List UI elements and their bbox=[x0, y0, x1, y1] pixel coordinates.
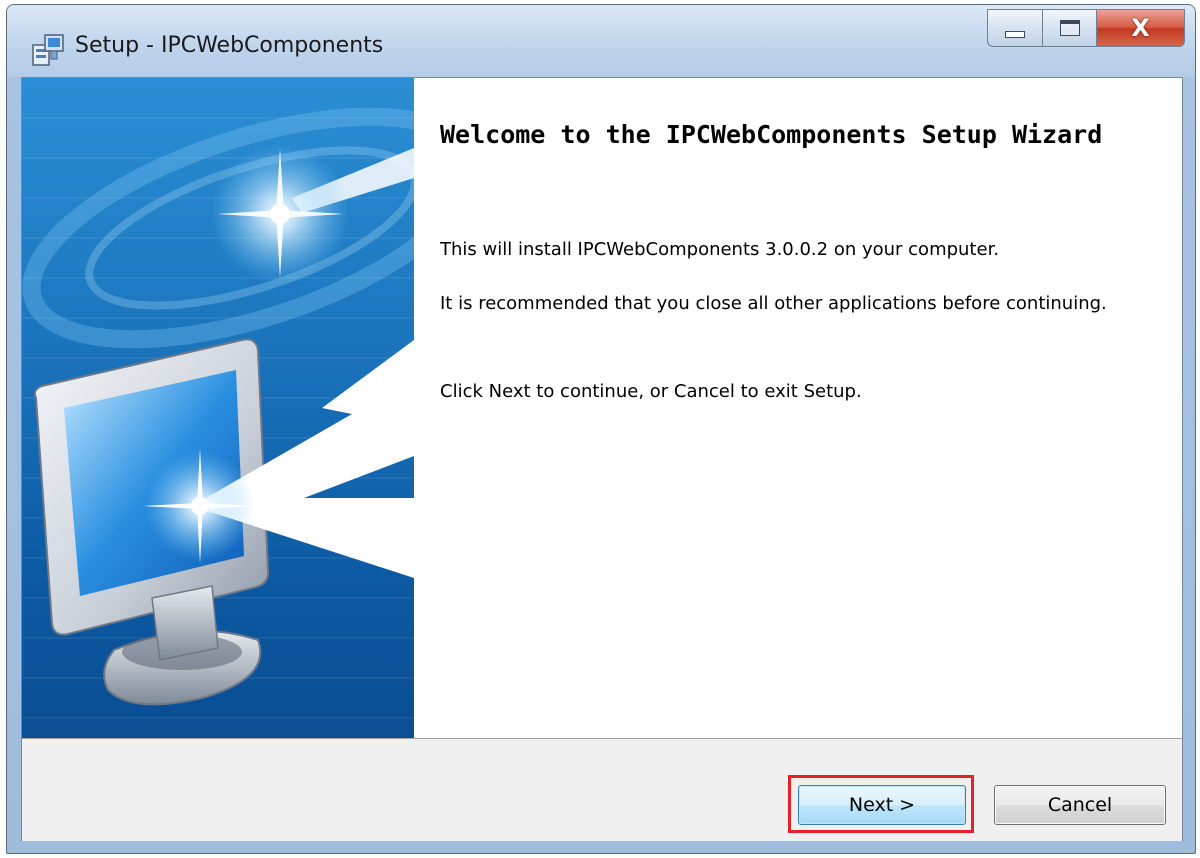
recommendation-text: It is recommended that you close all oth… bbox=[440, 293, 1107, 314]
setup-window: Setup - IPCWebComponents X Welcome to th… bbox=[6, 4, 1196, 854]
close-icon: X bbox=[1131, 14, 1150, 42]
minimize-button[interactable] bbox=[987, 9, 1043, 47]
next-button[interactable]: Next > bbox=[798, 785, 966, 825]
caption-buttons: X bbox=[987, 9, 1185, 47]
monitor-with-arrow-illustration bbox=[22, 78, 414, 738]
cancel-button[interactable]: Cancel bbox=[994, 785, 1166, 825]
wizard-banner-image bbox=[22, 78, 414, 738]
minimize-icon bbox=[1005, 30, 1025, 38]
close-button[interactable]: X bbox=[1097, 9, 1185, 47]
welcome-heading: Welcome to the IPCWebComponents Setup Wi… bbox=[440, 120, 1103, 149]
title-bar[interactable]: Setup - IPCWebComponents X bbox=[7, 5, 1195, 77]
setup-installer-icon bbox=[32, 34, 64, 66]
maximize-icon bbox=[1059, 20, 1080, 36]
instruction-text: Click Next to continue, or Cancel to exi… bbox=[440, 381, 862, 402]
window-title: Setup - IPCWebComponents bbox=[75, 33, 384, 58]
wizard-client-area: Welcome to the IPCWebComponents Setup Wi… bbox=[21, 77, 1183, 841]
wizard-button-bar: Next > Cancel bbox=[22, 738, 1182, 841]
maximize-button[interactable] bbox=[1043, 9, 1097, 47]
install-info-text: This will install IPCWebComponents 3.0.0… bbox=[440, 239, 1000, 260]
wizard-content: Welcome to the IPCWebComponents Setup Wi… bbox=[414, 78, 1182, 738]
